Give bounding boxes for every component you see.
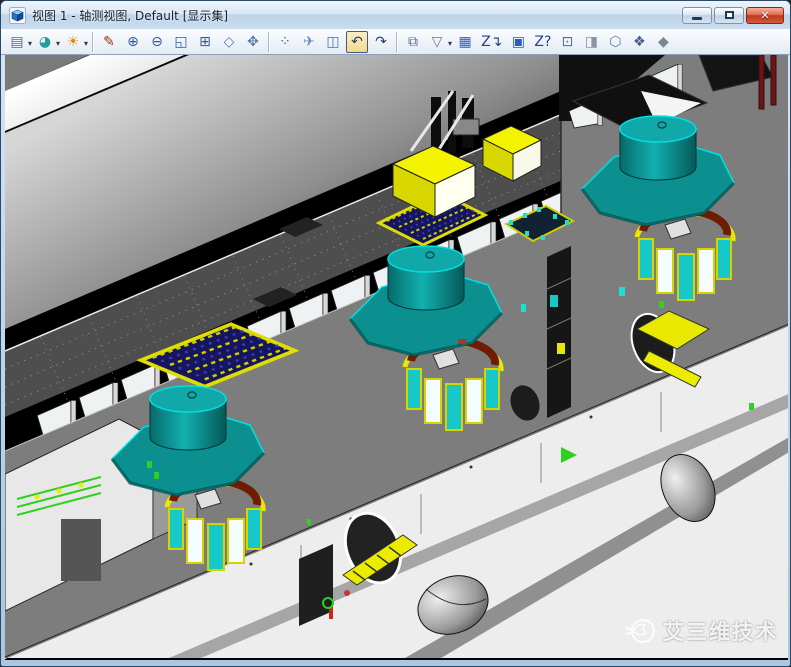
view-next-button[interactable]: ↷	[370, 31, 392, 53]
walk-button[interactable]: ⁘	[274, 31, 296, 53]
cube-view-button[interactable]: ⬡	[604, 31, 626, 53]
toolbar-separator	[396, 32, 398, 52]
toolbar-separator	[92, 32, 94, 52]
close-button[interactable]: ✕	[746, 7, 784, 24]
show-display-depth-button[interactable]: Z?	[531, 31, 554, 53]
active-display-set-button[interactable]: ▣	[507, 31, 529, 53]
adjust-view-brightness-dropdown-icon[interactable]: ▾	[84, 39, 88, 48]
camera-settings-button[interactable]: ⊡	[556, 31, 578, 53]
rotate-view-button[interactable]: ◇	[218, 31, 240, 53]
display-style-button[interactable]: ◕	[34, 31, 56, 53]
adjust-view-brightness-button[interactable]: ☀	[62, 31, 84, 53]
minimize-button[interactable]	[682, 7, 712, 24]
display-style-dropdown-icon[interactable]: ▾	[56, 39, 60, 48]
close-icon: ✕	[760, 10, 769, 21]
view-window: 视图 1 - 轴测视图, Default [显示集] ✕ ▤▾◕▾☀▾✎⊕⊖◱⊞…	[0, 0, 791, 667]
set-display-depth-button[interactable]: Z↴	[478, 31, 505, 53]
restore-button[interactable]	[714, 7, 744, 24]
navigate-view-button[interactable]: ◫	[322, 31, 344, 53]
render-panels-button[interactable]: ◨	[580, 31, 602, 53]
titlebar[interactable]: 视图 1 - 轴测视图, Default [显示集] ✕	[1, 1, 790, 29]
restore-icon	[725, 11, 734, 19]
pan-view-button[interactable]: ✥	[242, 31, 264, 53]
shaded-cube-button[interactable]: ◆	[652, 31, 674, 53]
clip-volume-button[interactable]: ▽	[426, 31, 448, 53]
view-canvas[interactable]: 艾三维技术	[5, 55, 788, 660]
update-view-button[interactable]: ✎	[98, 31, 120, 53]
zoom-in-button[interactable]: ⊕	[122, 31, 144, 53]
clip-volume-dropdown-icon[interactable]: ▾	[448, 39, 452, 48]
view-window-icon	[9, 7, 26, 24]
dark-riser	[547, 246, 571, 418]
view-display-mode-button[interactable]: ▤	[6, 31, 28, 53]
display-set-button[interactable]: ▦	[454, 31, 476, 53]
toolbar-separator	[268, 32, 270, 52]
axonometric-scene	[5, 55, 788, 660]
view-previous-button[interactable]: ↶	[346, 31, 368, 53]
fit-view-button[interactable]: ⊞	[194, 31, 216, 53]
window-area-button[interactable]: ◱	[170, 31, 192, 53]
view-toolbar: ▤▾◕▾☀▾✎⊕⊖◱⊞◇✥⁘✈◫↶↷⧉▽▾▦Z↴▣Z?⊡◨⬡❖◆	[1, 29, 790, 55]
copy-view-button[interactable]: ⧉	[402, 31, 424, 53]
fly-button[interactable]: ✈	[298, 31, 320, 53]
minimize-icon	[692, 17, 702, 20]
view-display-mode-dropdown-icon[interactable]: ▾	[28, 39, 32, 48]
zoom-out-button[interactable]: ⊖	[146, 31, 168, 53]
window-title: 视图 1 - 轴测视图, Default [显示集]	[32, 7, 228, 24]
cube-rotate-button[interactable]: ❖	[628, 31, 650, 53]
